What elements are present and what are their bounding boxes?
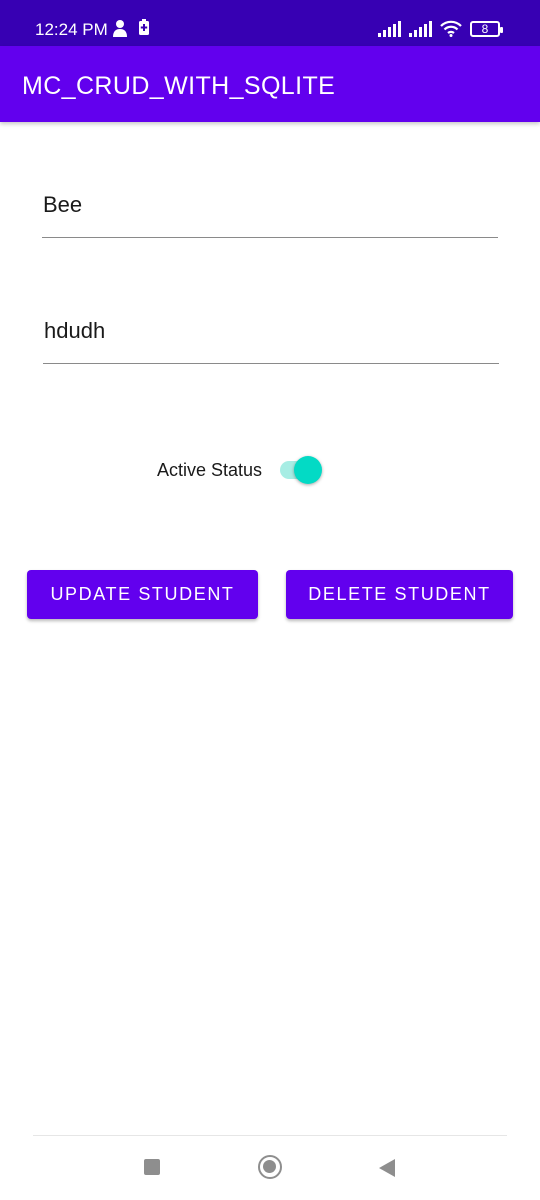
battery-icon: 8: [470, 20, 503, 37]
back-icon[interactable]: [379, 1159, 395, 1177]
status-right-icons: 8: [378, 20, 503, 37]
status-time: 12:24 PM: [35, 20, 108, 39]
switch-thumb: [294, 456, 323, 484]
app-bar: MC_CRUD_WITH_SQLITE: [0, 46, 540, 122]
name-field-value[interactable]: Bee: [43, 192, 82, 218]
description-field[interactable]: hdudh: [43, 314, 499, 364]
active-status-switch[interactable]: [278, 452, 326, 488]
signal-icon: [378, 20, 401, 37]
name-field[interactable]: Bee: [42, 188, 498, 238]
battery-saver-icon: [139, 19, 149, 35]
active-status-row: Active Status: [157, 452, 326, 488]
name-field-underline: [42, 236, 498, 238]
wifi-icon: [440, 20, 462, 37]
update-student-button[interactable]: UPDATE STUDENT: [27, 570, 258, 619]
nav-divider: [33, 1135, 507, 1136]
status-bar: 12:24 PM 8: [0, 0, 540, 46]
battery-level: 8: [481, 21, 489, 36]
active-status-label: Active Status: [157, 459, 263, 480]
status-left-icons: [112, 19, 150, 37]
home-icon[interactable]: [258, 1155, 282, 1179]
description-field-underline: [43, 362, 499, 364]
signal-icon: [409, 20, 432, 37]
app-title: MC_CRUD_WITH_SQLITE: [22, 72, 336, 100]
delete-student-button[interactable]: DELETE STUDENT: [286, 570, 513, 619]
description-field-value[interactable]: hdudh: [44, 318, 105, 344]
user-icon: [113, 20, 127, 37]
recents-icon[interactable]: [144, 1159, 160, 1175]
